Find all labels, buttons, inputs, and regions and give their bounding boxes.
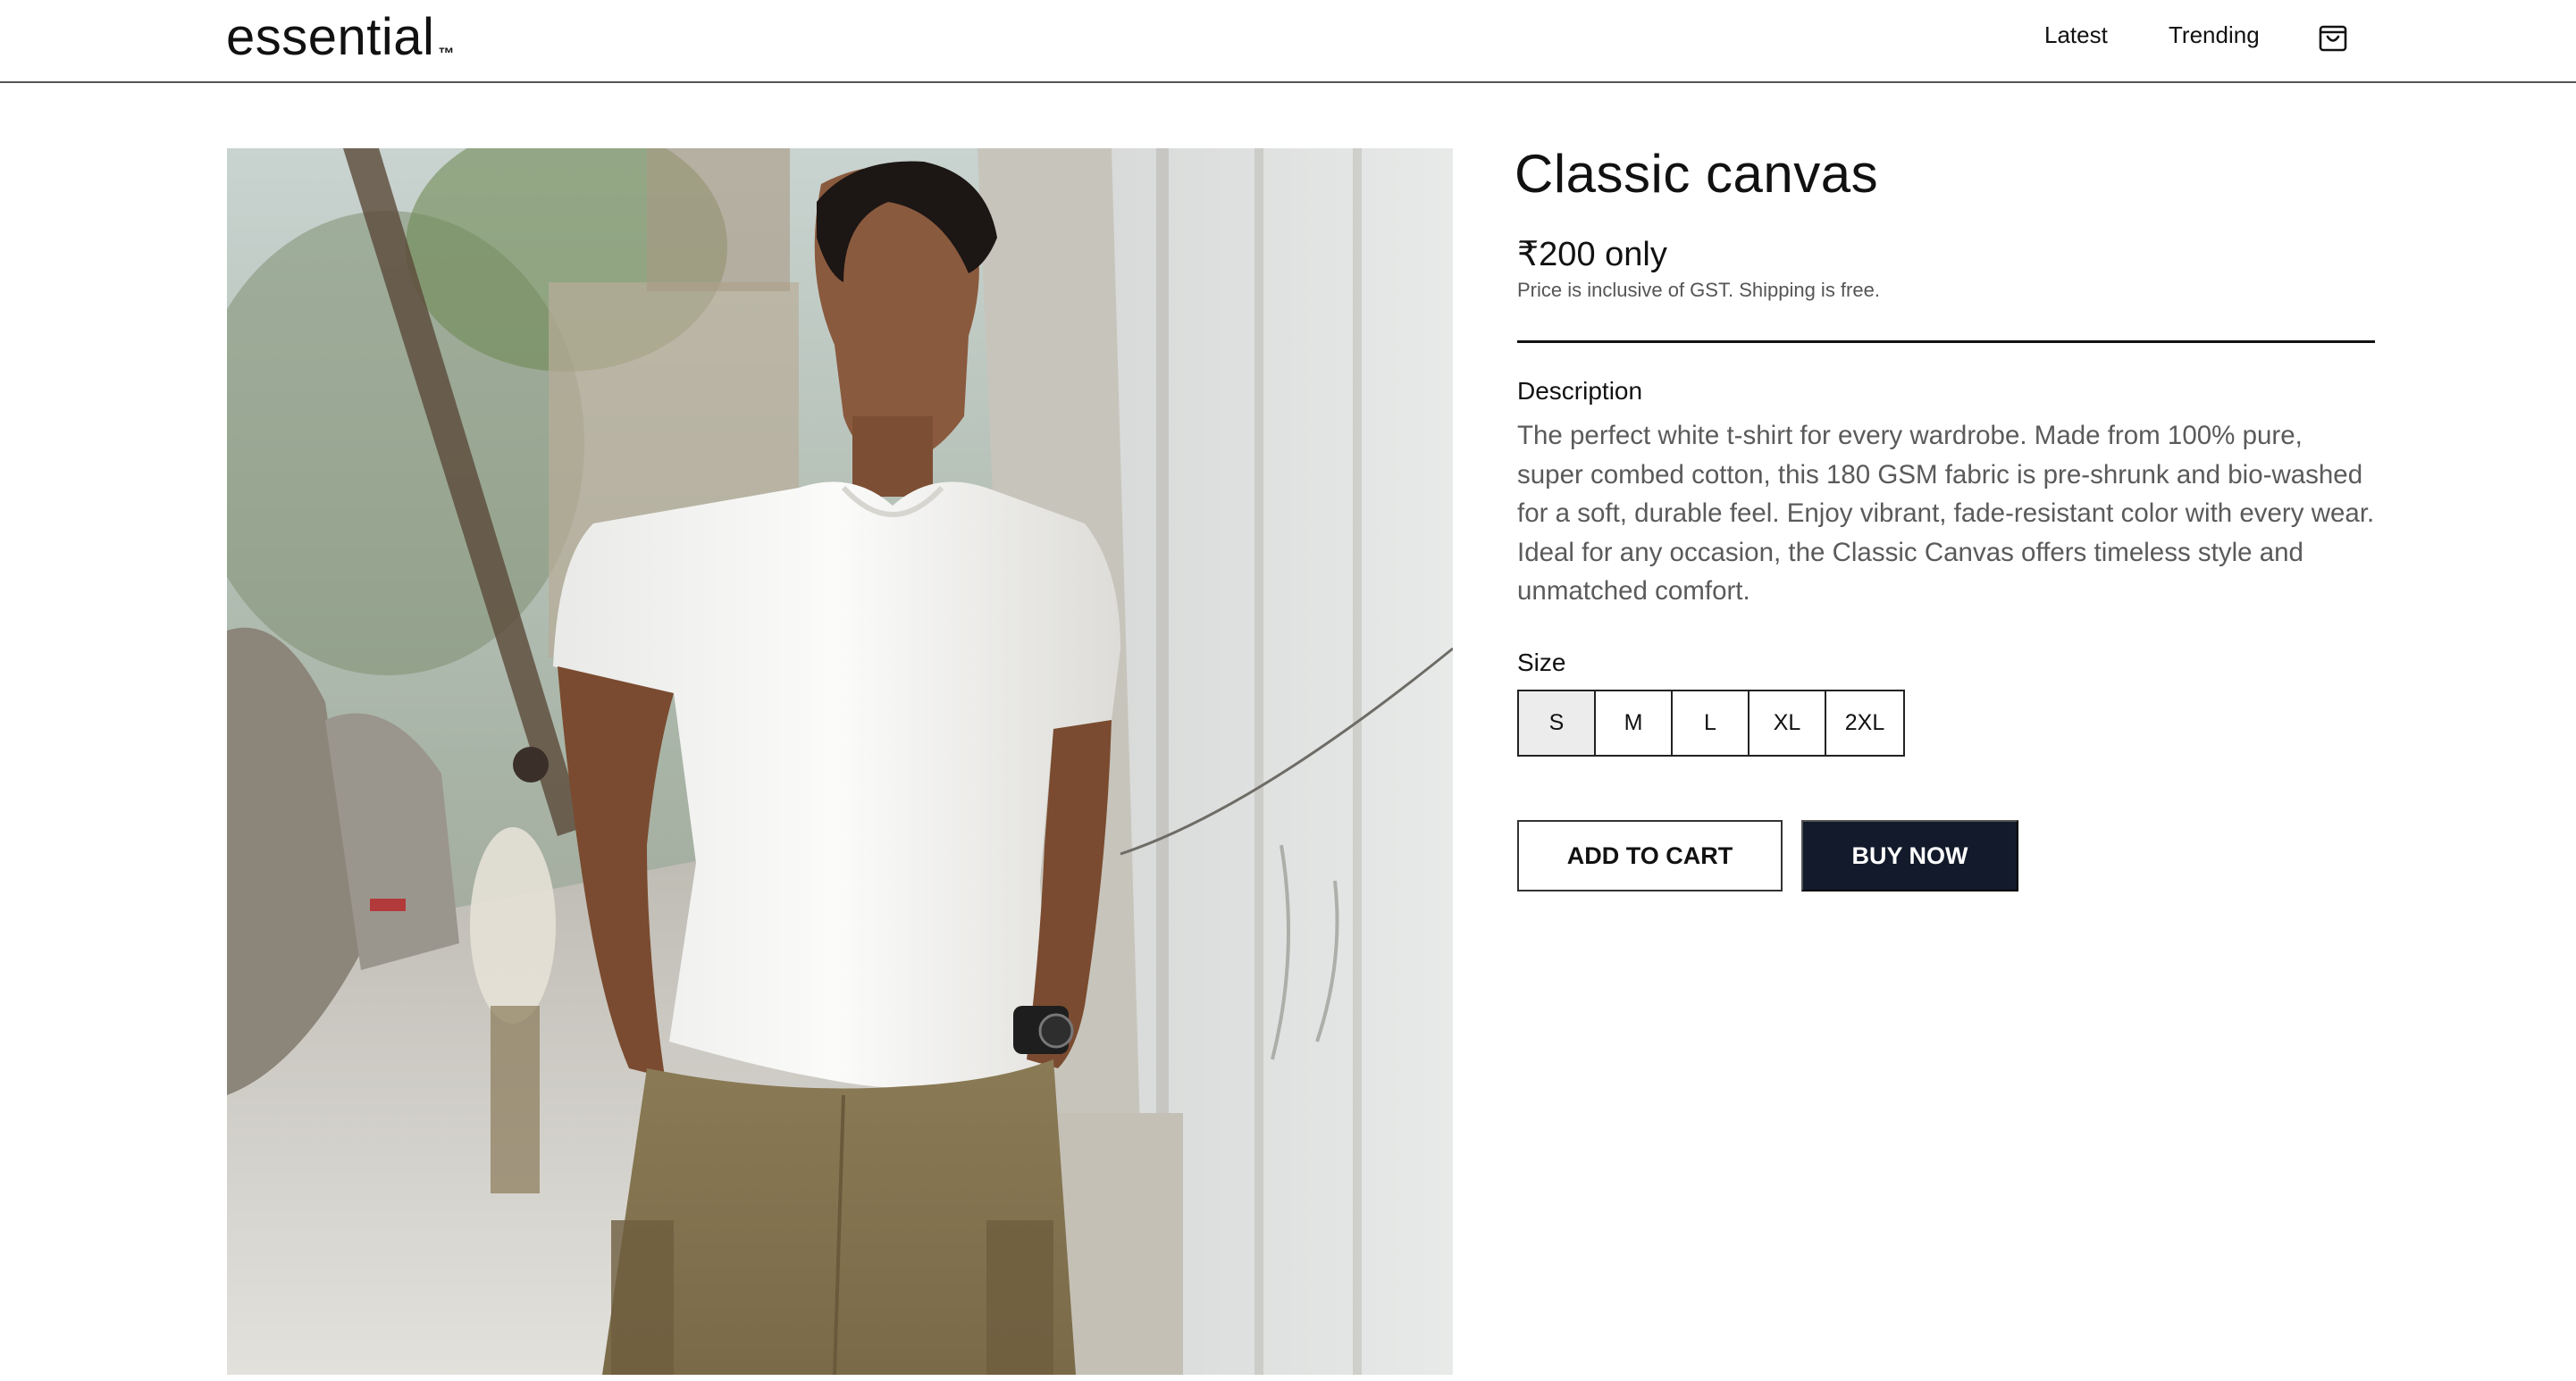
size-option-l[interactable]: L	[1673, 691, 1749, 755]
size-option-2xl[interactable]: 2XL	[1826, 691, 1903, 755]
size-label: Size	[1517, 649, 1566, 676]
brand-logo[interactable]: essential ™	[226, 4, 455, 71]
price-note: Price is inclusive of GST. Shipping is f…	[1517, 279, 1880, 301]
product-title: Classic canvas	[1515, 144, 1879, 204]
brand-logo-text: essential	[226, 8, 435, 66]
description-text: The perfect white t-shirt for every ward…	[1517, 421, 2375, 606]
product-photo-illustration	[227, 148, 1453, 1375]
nav-link-trending[interactable]: Trending	[2169, 21, 2260, 49]
size-selector: S M L XL 2XL	[1517, 690, 1905, 757]
shopping-bag-icon[interactable]	[2316, 20, 2350, 54]
section-divider	[1517, 340, 2375, 343]
product-image	[227, 148, 1453, 1375]
trademark-mark: ™	[438, 45, 455, 63]
nav-link-latest[interactable]: Latest	[2044, 21, 2108, 49]
buy-now-button[interactable]: BUY NOW	[1801, 820, 2018, 891]
size-option-xl[interactable]: XL	[1749, 691, 1826, 755]
description-label: Description	[1517, 377, 1643, 405]
site-header: essential ™ Latest Trending	[0, 0, 2576, 83]
add-to-cart-button[interactable]: ADD TO CART	[1517, 820, 1783, 891]
product-price: ₹200 only	[1517, 236, 1667, 273]
size-option-m[interactable]: M	[1596, 691, 1673, 755]
size-option-s[interactable]: S	[1519, 691, 1596, 755]
